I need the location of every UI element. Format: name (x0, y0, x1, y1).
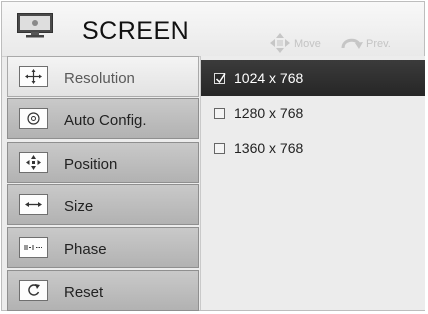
sidebar-item-label: Position (64, 156, 118, 173)
sidebar-item-phase[interactable]: Phase (7, 227, 199, 268)
sidebar-item-label: Reset (64, 284, 104, 301)
four-way-arrow-icon (270, 33, 290, 53)
resolution-option-1360x768[interactable]: 1360 x 768 (201, 130, 425, 166)
resolution-option-label: 1280 x 768 (234, 105, 304, 121)
menu-header: SCREEN Move Prev. (2, 2, 424, 57)
auto-config-icon (19, 108, 48, 129)
page-title: SCREEN (82, 17, 190, 45)
sidebar-item-position[interactable]: Position (7, 142, 199, 183)
checkbox[interactable] (214, 143, 225, 154)
position-icon (19, 152, 48, 173)
size-icon (19, 194, 48, 215)
sidebar-menu: Resolution Auto Config. Position Size Ph… (7, 56, 199, 311)
checkbox[interactable] (214, 108, 225, 119)
prev-hint-label: Prev. (366, 38, 391, 50)
resolution-option-1024x768[interactable]: 1024 x 768 (201, 60, 425, 96)
screen-osd-menu: SCREEN Move Prev. Resolution Auto Config… (1, 1, 425, 311)
resolution-icon (19, 66, 48, 87)
sidebar-item-label: Auto Config. (64, 112, 147, 129)
sidebar-item-label: Size (64, 198, 94, 215)
monitor-icon (17, 13, 53, 38)
move-hint-label: Move (294, 38, 321, 50)
return-arrow-icon (341, 38, 363, 49)
checkbox-checked[interactable] (214, 73, 226, 84)
resolution-options-panel: 1024 x 768 1280 x 768 1360 x 768 (200, 56, 425, 310)
phase-icon (19, 237, 48, 258)
reset-icon (19, 280, 48, 301)
sidebar-item-reset[interactable]: Reset (7, 270, 199, 311)
sidebar-item-resolution[interactable]: Resolution (7, 56, 199, 97)
sidebar-item-label: Resolution (64, 70, 135, 87)
resolution-option-1280x768[interactable]: 1280 x 768 (201, 95, 425, 131)
sidebar-item-auto-config[interactable]: Auto Config. (7, 98, 199, 139)
resolution-option-label: 1360 x 768 (234, 140, 304, 156)
sidebar-item-size[interactable]: Size (7, 184, 199, 225)
sidebar-item-label: Phase (64, 241, 107, 258)
resolution-option-label: 1024 x 768 (234, 70, 304, 86)
